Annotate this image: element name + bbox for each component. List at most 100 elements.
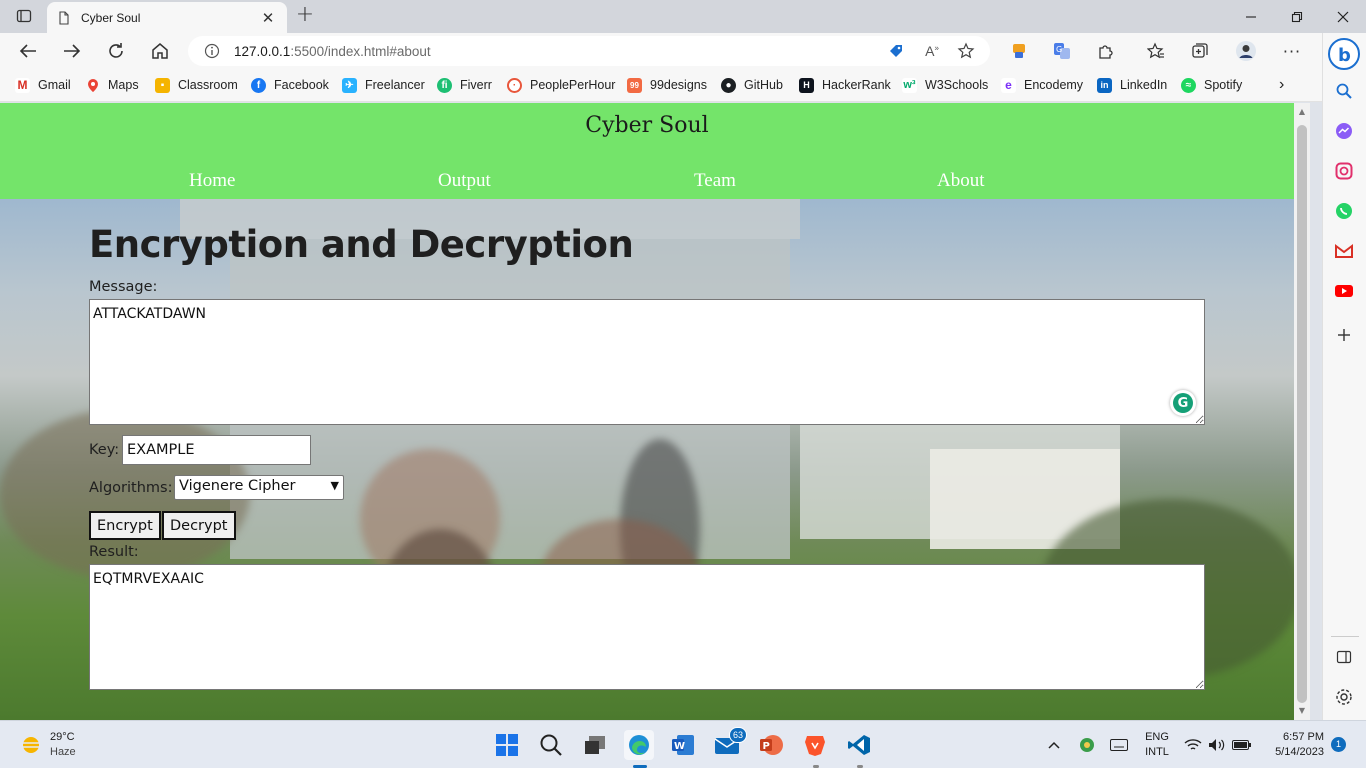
svg-text:P: P [763, 741, 770, 752]
volume-icon[interactable] [1206, 730, 1228, 760]
bookmark-maps[interactable]: Maps [85, 76, 139, 94]
messenger-icon[interactable] [1333, 120, 1355, 142]
word-icon[interactable]: W [668, 730, 698, 760]
bing-copilot-icon[interactable]: b [1327, 37, 1361, 71]
grammarly-icon[interactable]: G [1170, 390, 1196, 416]
page-scrollbar[interactable]: ▲ ▼ [1294, 103, 1310, 720]
weather-widget[interactable]: 29°C Haze [50, 730, 76, 760]
scrollbar-thumb[interactable] [1297, 125, 1307, 703]
favorite-add-icon[interactable] [956, 42, 976, 60]
close-window-button[interactable] [1320, 0, 1366, 33]
language-indicator[interactable]: ENG INTL [1140, 730, 1174, 760]
new-tab-button[interactable]: + [293, 4, 317, 27]
whatsapp-icon[interactable] [1333, 200, 1355, 222]
classroom-icon: ▪ [155, 77, 170, 93]
maps-icon [85, 78, 100, 93]
bookmark-w3schools[interactable]: w³ W3Schools [902, 76, 988, 94]
edge-sidebar: b [1322, 33, 1366, 720]
bookmark-spotify[interactable]: ≈ Spotify [1181, 76, 1242, 94]
instagram-icon[interactable] [1333, 160, 1355, 182]
nav-home-link[interactable]: Home [189, 170, 235, 192]
info-icon[interactable] [204, 43, 220, 59]
start-icon[interactable] [492, 730, 522, 760]
address-bar[interactable]: 127.0.0.1:5500/index.html#about A» [188, 36, 990, 66]
profile-avatar[interactable] [1235, 40, 1257, 62]
collections-icon[interactable] [1189, 40, 1211, 62]
back-icon[interactable] [13, 37, 43, 65]
bookmark-99designs[interactable]: 99 99designs [627, 76, 707, 94]
tab-actions-icon[interactable] [10, 4, 38, 28]
algorithm-select[interactable]: Vigenere Cipher ▼ [174, 475, 344, 500]
key-input[interactable] [122, 435, 311, 465]
nav-output-link[interactable]: Output [438, 170, 491, 192]
restore-button[interactable] [1274, 0, 1320, 33]
gmail-sidebar-icon[interactable] [1333, 240, 1355, 262]
notification-badge[interactable]: 1 [1331, 737, 1346, 752]
home-icon[interactable] [145, 37, 175, 65]
youtube-icon[interactable] [1333, 280, 1355, 302]
decrypt-button[interactable]: Decrypt [162, 511, 236, 540]
extensions-icon[interactable] [1095, 40, 1117, 62]
more-menu-icon[interactable]: ··· [1281, 40, 1303, 62]
weather-icon[interactable] [16, 730, 46, 760]
vscode-icon[interactable] [844, 730, 874, 760]
minimize-button[interactable] [1228, 0, 1274, 33]
favorites-icon[interactable] [1145, 40, 1167, 62]
search-icon[interactable] [1333, 80, 1355, 102]
task-view-icon[interactable] [580, 730, 610, 760]
facebook-icon: f [251, 77, 266, 93]
site-header: Cyber Soul Home Output Team About [0, 103, 1294, 199]
result-label: Result: [89, 544, 139, 560]
chevron-up-icon[interactable] [1041, 730, 1067, 760]
linkedin-icon: in [1097, 77, 1112, 93]
bookmark-encodemy[interactable]: e Encodemy [1001, 76, 1083, 94]
page-viewport: Cyber Soul Home Output Team About Encryp… [0, 103, 1294, 720]
mail-icon[interactable]: 63 [712, 727, 747, 760]
sidebar-settings-icon[interactable] [1333, 686, 1355, 708]
hide-sidebar-icon[interactable] [1333, 646, 1355, 668]
nav-about-link[interactable]: About [937, 170, 985, 192]
bookmark-classroom[interactable]: ▪ Classroom [155, 76, 238, 94]
bookmarks-overflow-chevron-icon[interactable]: › [1279, 76, 1284, 94]
read-aloud-icon[interactable]: A» [922, 42, 942, 60]
edge-taskbar-icon[interactable] [624, 730, 654, 760]
bookmark-gmail[interactable]: M Gmail [15, 76, 71, 94]
search-taskbar-icon[interactable] [536, 730, 566, 760]
powerpoint-icon[interactable]: P [756, 730, 786, 760]
translate-icon[interactable]: G [1051, 40, 1073, 62]
tab-title: Cyber Soul [81, 10, 141, 25]
message-textarea[interactable]: ATTACKATDAWN [89, 299, 1205, 425]
bookmark-facebook[interactable]: f Facebook [251, 76, 329, 94]
battery-icon[interactable] [1230, 730, 1254, 760]
bookmark-fiverr[interactable]: fi Fiverr [437, 76, 492, 94]
algorithms-label: Algorithms: [89, 480, 173, 496]
freelancer-icon: ✈ [342, 77, 357, 93]
scroll-down-icon[interactable]: ▼ [1297, 706, 1307, 715]
bookmark-peopleperhour[interactable]: · PeoplePerHour [507, 76, 615, 94]
clock[interactable]: 6:57 PM 5/14/2023 [1262, 730, 1324, 760]
refresh-icon[interactable] [101, 37, 131, 65]
bookmark-linkedin[interactable]: in LinkedIn [1097, 76, 1167, 94]
result-textarea[interactable]: EQTMRVEXAAIC [89, 564, 1205, 690]
wifi-icon[interactable] [1182, 730, 1204, 760]
encrypt-button[interactable]: Encrypt [89, 511, 161, 540]
bookmark-freelancer[interactable]: ✈ Freelancer [342, 76, 425, 94]
scroll-up-icon[interactable]: ▲ [1297, 107, 1307, 116]
browser-toolbar: 127.0.0.1:5500/index.html#about A» G ··· [0, 33, 1322, 69]
extension-badge-icon[interactable] [1008, 40, 1030, 62]
browser-tab[interactable]: Cyber Soul ✕ [47, 2, 287, 33]
nav-team-link[interactable]: Team [694, 170, 736, 192]
forward-icon[interactable] [57, 37, 87, 65]
url-text: 127.0.0.1:5500/index.html#about [234, 43, 431, 59]
bookmark-github[interactable]: ● GitHub [721, 76, 783, 94]
brave-icon[interactable] [800, 730, 830, 760]
add-sidebar-app-icon[interactable] [1333, 324, 1355, 346]
network-app-icon[interactable] [1074, 730, 1100, 760]
close-tab-icon[interactable]: ✕ [259, 9, 277, 27]
keyboard-icon[interactable] [1106, 730, 1132, 760]
mail-badge: 63 [729, 727, 747, 743]
message-label: Message: [89, 279, 158, 295]
gmail-icon: M [15, 77, 30, 93]
bookmark-hackerrank[interactable]: H HackerRank [799, 76, 891, 94]
tag-icon[interactable] [886, 42, 906, 60]
